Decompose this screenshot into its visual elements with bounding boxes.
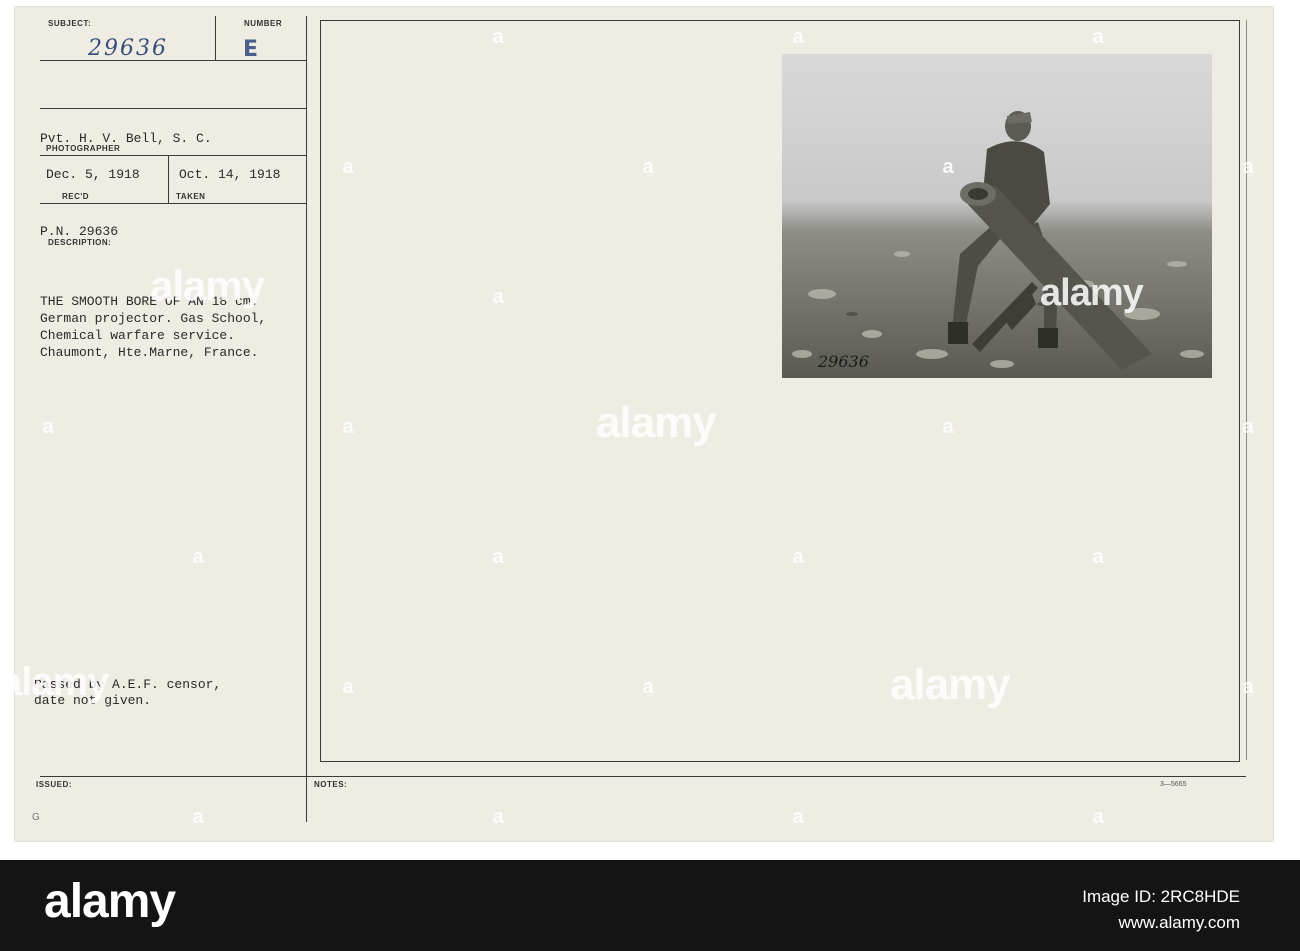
number-value: E [243, 37, 259, 62]
form-code: 3—5665 [1160, 781, 1187, 788]
watermark-mark: a [342, 676, 354, 698]
received-date: Dec. 5, 1918 [46, 167, 140, 182]
subject-divider [215, 16, 216, 60]
rule-subject [40, 60, 306, 61]
watermark-mark: a [492, 286, 504, 308]
watermark-mark: a [492, 806, 504, 828]
date-divider [168, 156, 169, 204]
corner-mark: G [32, 812, 40, 823]
watermark-mark: a [42, 416, 54, 438]
description-line: Chaumont, Hte.Marne, France. [40, 345, 259, 360]
photographer-label: PHOTOGRAPHER [46, 144, 121, 153]
rule-photographer [40, 155, 306, 156]
watermark-mark: a [492, 546, 504, 568]
watermark-mark: a [642, 156, 654, 178]
taken-label: TAKEN [176, 192, 206, 201]
watermark-mark: a [792, 26, 804, 48]
description-line: Chemical warfare service. [40, 328, 236, 343]
watermark-mark: a [192, 806, 204, 828]
watermark-mark: a [342, 156, 354, 178]
notes-label: NOTES: [314, 780, 348, 789]
watermark-logo: alamy [596, 398, 717, 447]
image-id-text: Image ID: 2RC8HDE [1082, 887, 1240, 906]
watermark-mark: a [1092, 546, 1104, 568]
number-label: NUMBER [244, 19, 283, 28]
pn-number: P.N. 29636 [40, 224, 119, 239]
rule-bottom [40, 776, 1246, 777]
left-column-divider [306, 16, 307, 822]
received-label: REC'D [62, 192, 90, 201]
watermark-logo: alamy [150, 262, 265, 309]
watermark-mark: a [1242, 416, 1254, 438]
frame-edge-right [1246, 20, 1247, 760]
watermark-logo: alamy [1040, 272, 1144, 314]
watermark-logo: alamy [890, 660, 1011, 709]
rule-dates [40, 203, 306, 204]
subject-label: SUBJECT: [48, 19, 92, 28]
watermark-mark: a [1092, 26, 1104, 48]
rule-header-bottom [40, 108, 306, 109]
watermark-mark: a [1092, 806, 1104, 828]
photograph [782, 54, 1212, 378]
alamy-logo[interactable]: alamy [44, 874, 176, 929]
site-url-link[interactable]: www.alamy.com [1118, 913, 1240, 933]
watermark-mark: a [792, 806, 804, 828]
watermark-mark: a [942, 156, 954, 178]
photograph-image [782, 54, 1212, 378]
description-line: German projector. Gas School, [40, 311, 267, 326]
watermark-mark: a [1242, 156, 1254, 178]
watermark-mark: a [192, 546, 204, 568]
watermark-mark: a [342, 416, 354, 438]
description-label: DESCRIPTION: [48, 238, 112, 247]
photo-negative-number: 29636 [818, 352, 869, 371]
taken-date: Oct. 14, 1918 [179, 167, 281, 182]
issued-label: ISSUED: [36, 780, 72, 789]
watermark-mark: a [1242, 676, 1254, 698]
watermark-mark: a [492, 26, 504, 48]
subject-handwritten-number: 29636 [88, 36, 168, 61]
watermark-mark: a [942, 416, 954, 438]
watermark-mark: a [792, 546, 804, 568]
watermark-logo: alamy [0, 660, 109, 704]
watermark-mark: a [642, 676, 654, 698]
